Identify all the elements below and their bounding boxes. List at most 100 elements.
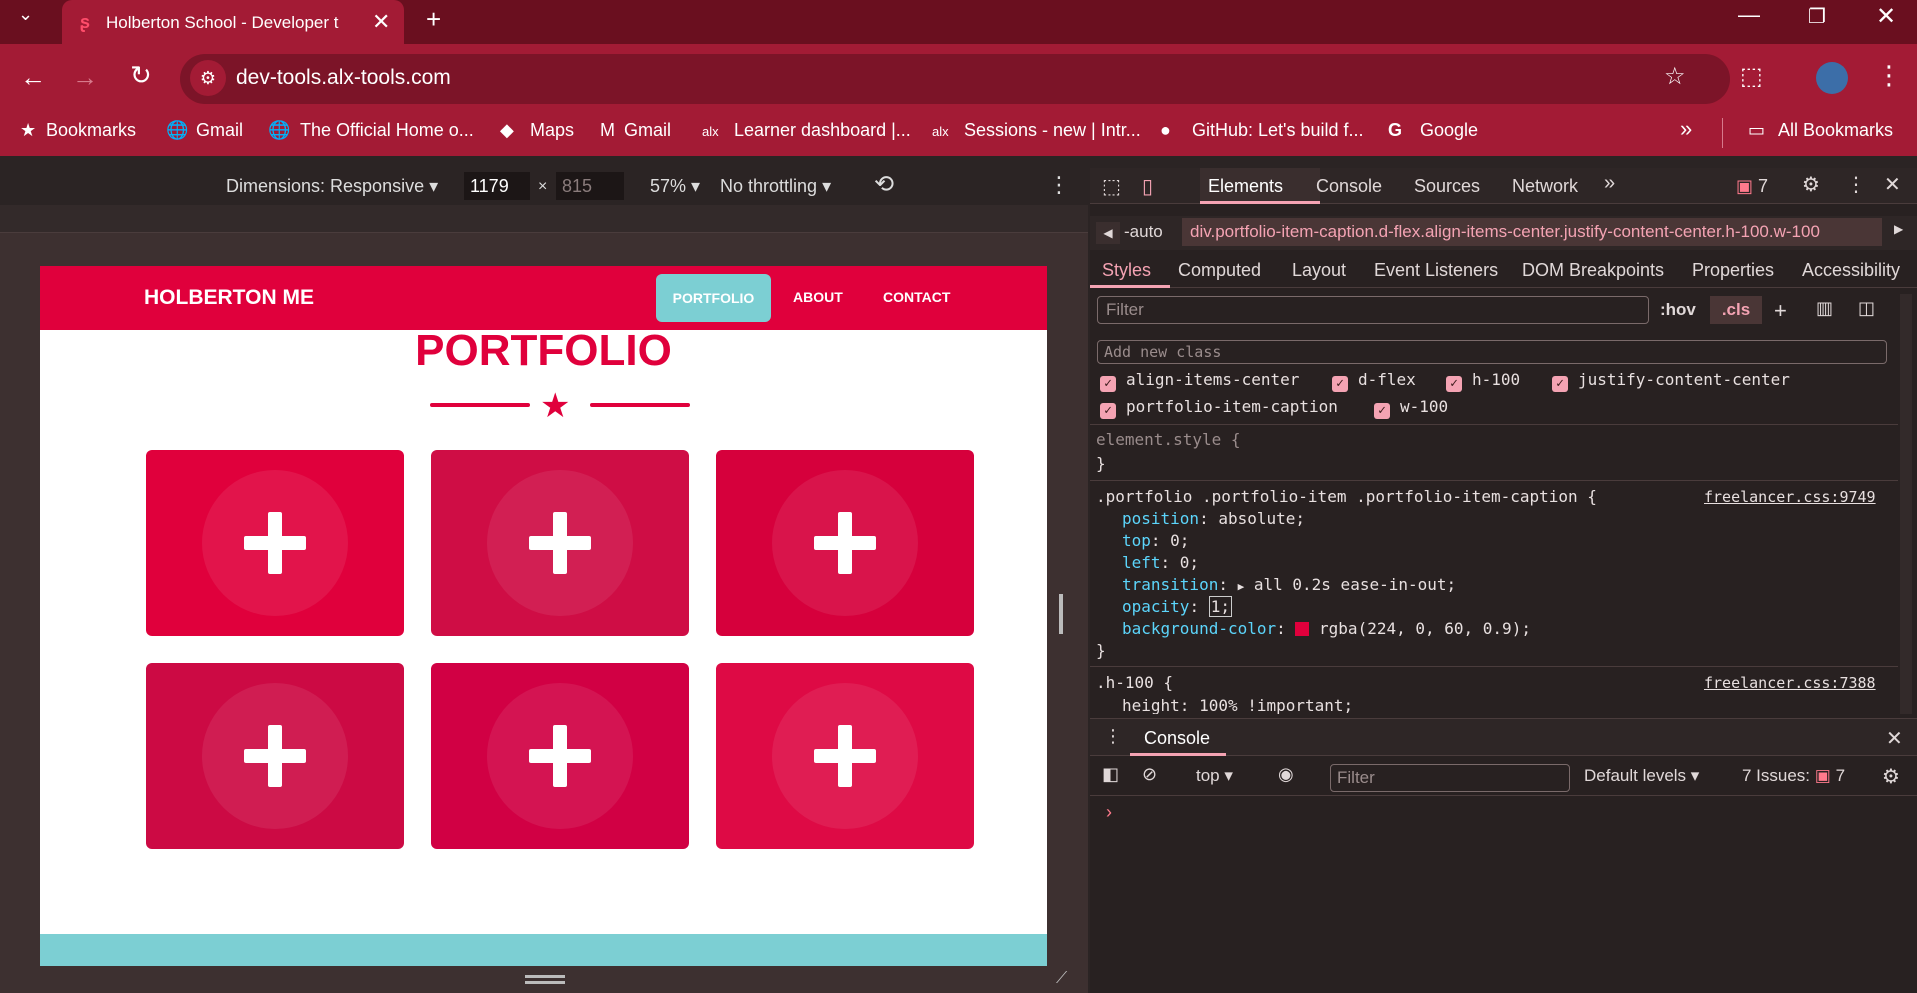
nav-contact-link[interactable]: CONTACT: [883, 289, 950, 305]
console-drawer-tab[interactable]: Console: [1144, 728, 1210, 749]
browser-tab[interactable]: ʂ Holberton School - Developer t ✕: [62, 0, 404, 44]
class-checkbox-d-flex[interactable]: ✓ d-flex: [1332, 370, 1416, 392]
bookmark-item[interactable]: Sessions - new | Intr...: [964, 120, 1141, 146]
nav-about-link[interactable]: ABOUT: [793, 289, 843, 305]
bookmark-item[interactable]: Gmail: [624, 120, 671, 146]
color-swatch[interactable]: [1295, 622, 1310, 636]
forward-icon[interactable]: →: [72, 62, 98, 93]
breadcrumb-current[interactable]: div.portfolio-item-caption.d-flex.align-…: [1182, 218, 1882, 246]
class-checkbox-portfolio-item-caption[interactable]: ✓ portfolio-item-caption: [1100, 397, 1338, 419]
tab-search-icon[interactable]: ⌄: [18, 4, 33, 25]
paint-icon[interactable]: ▥: [1816, 298, 1833, 319]
subtab-layout[interactable]: Layout: [1292, 260, 1346, 281]
css-declaration[interactable]: background-color: rgba(224, 0, 60, 0.9);: [1122, 619, 1531, 638]
styles-filter-input[interactable]: Filter: [1097, 296, 1649, 324]
styles-scrollbar[interactable]: [1900, 294, 1912, 714]
height-input[interactable]: 815: [556, 172, 624, 200]
portfolio-item-cabin[interactable]: [146, 450, 404, 636]
element-style-selector[interactable]: element.style {: [1096, 430, 1241, 449]
bottom-resize-handle[interactable]: [525, 975, 565, 978]
devtools-menu-icon[interactable]: ⋮: [1846, 172, 1866, 197]
width-input[interactable]: 1179: [464, 172, 530, 200]
bookmark-item[interactable]: Gmail: [196, 120, 243, 146]
device-menu-icon[interactable]: ⋮: [1048, 172, 1070, 198]
back-icon[interactable]: ←: [20, 62, 46, 93]
hov-toggle[interactable]: :hov: [1660, 300, 1696, 320]
live-expression-eye-icon[interactable]: ◉: [1278, 764, 1294, 785]
rule2-selector[interactable]: .h-100 {: [1096, 673, 1173, 692]
add-class-input[interactable]: Add new class: [1097, 340, 1887, 364]
new-tab-icon[interactable]: +: [426, 4, 441, 35]
console-settings-icon[interactable]: ⚙: [1882, 764, 1900, 789]
site-info-icon[interactable]: ⚙: [190, 60, 226, 96]
breadcrumb-scroll-right-icon[interactable]: ▶: [1894, 222, 1903, 236]
rule1-source-link[interactable]: freelancer.css:9749: [1704, 488, 1876, 506]
extensions-icon[interactable]: ⬚: [1740, 62, 1763, 91]
css-declaration[interactable]: position: absolute;: [1122, 509, 1305, 528]
breadcrumb-scroll-left-icon[interactable]: ◀: [1096, 222, 1120, 244]
css-declaration[interactable]: left: 0;: [1122, 553, 1199, 572]
settings-icon[interactable]: ⚙: [1802, 172, 1820, 197]
rule1-selector[interactable]: .portfolio .portfolio-item .portfolio-it…: [1096, 487, 1597, 506]
portfolio-item-game[interactable]: [146, 663, 404, 849]
tab-sources[interactable]: Sources: [1414, 176, 1480, 197]
tab-network[interactable]: Network: [1512, 176, 1578, 197]
zoom-select[interactable]: 57% ▾: [650, 176, 700, 197]
rotate-icon[interactable]: ⟲: [874, 170, 894, 199]
bookmark-item[interactable]: Maps: [530, 120, 574, 146]
css-declaration[interactable]: transition: ▶ all 0.2s ease-in-out;: [1122, 575, 1456, 594]
more-bookmarks-icon[interactable]: »: [1680, 116, 1692, 142]
portfolio-item-submarine[interactable]: [716, 663, 974, 849]
portfolio-item-safe[interactable]: [431, 663, 689, 849]
side-resize-handle[interactable]: [1059, 594, 1063, 634]
inspect-element-icon[interactable]: ⬚: [1102, 174, 1121, 199]
more-tabs-icon[interactable]: »: [1604, 172, 1615, 195]
breadcrumb-prev[interactable]: -auto: [1124, 222, 1163, 242]
bookmark-item[interactable]: Google: [1420, 120, 1478, 146]
css-declaration[interactable]: top: 0;: [1122, 531, 1189, 550]
portfolio-item-circus[interactable]: [716, 450, 974, 636]
corner-resize-icon[interactable]: ⟋: [1056, 970, 1067, 988]
tab-close-icon[interactable]: ✕: [372, 9, 394, 34]
console-filter-input[interactable]: Filter: [1330, 764, 1570, 792]
console-prompt-icon[interactable]: ›: [1106, 802, 1112, 823]
drawer-close-icon[interactable]: ✕: [1886, 726, 1903, 751]
class-checkbox-align-items-center[interactable]: ✓ align-items-center: [1100, 370, 1299, 392]
reload-icon[interactable]: ↻: [130, 60, 152, 91]
bookmark-item[interactable]: Learner dashboard |...: [734, 120, 911, 146]
css-declaration[interactable]: opacity: 1;: [1122, 596, 1232, 617]
expand-triangle-icon[interactable]: ▶: [1238, 580, 1245, 593]
menu-icon[interactable]: ⋮: [1876, 60, 1902, 91]
throttling-select[interactable]: No throttling ▾: [720, 176, 831, 197]
bookmark-item[interactable]: GitHub: Let's build f...: [1192, 120, 1364, 146]
css-declaration[interactable]: height: 100% !important;: [1122, 696, 1353, 714]
bookmark-item[interactable]: The Official Home o...: [300, 120, 474, 146]
sidebar-toggle-icon[interactable]: ◫: [1858, 298, 1875, 319]
site-brand[interactable]: HOLBERTON ME: [144, 286, 314, 310]
context-select[interactable]: top ▾: [1196, 766, 1233, 786]
portfolio-item-cake[interactable]: [431, 450, 689, 636]
dimensions-select[interactable]: Dimensions: Responsive ▾: [226, 176, 438, 197]
all-bookmarks[interactable]: All Bookmarks: [1778, 120, 1893, 146]
minimize-icon[interactable]: —: [1738, 2, 1760, 28]
subtab-event-listeners[interactable]: Event Listeners: [1374, 260, 1498, 281]
rule2-source-link[interactable]: freelancer.css:7388: [1704, 674, 1876, 692]
clear-console-icon[interactable]: ⊘: [1142, 764, 1157, 785]
class-checkbox-h-100[interactable]: ✓ h-100: [1446, 370, 1520, 392]
issues-badge-icon[interactable]: ▣ 7: [1736, 176, 1768, 197]
subtab-accessibility[interactable]: Accessibility: [1802, 260, 1900, 281]
media-query-ruler[interactable]: [0, 205, 1088, 233]
subtab-computed[interactable]: Computed: [1178, 260, 1261, 281]
bookmark-star-icon[interactable]: ☆: [1664, 62, 1686, 91]
profile-avatar[interactable]: [1816, 62, 1848, 94]
class-checkbox-justify-content-center[interactable]: ✓ justify-content-center: [1552, 370, 1790, 392]
subtab-styles[interactable]: Styles: [1102, 260, 1151, 281]
subtab-dom-breakpoints[interactable]: DOM Breakpoints: [1522, 260, 1664, 281]
drawer-menu-icon[interactable]: ⋮: [1104, 726, 1122, 747]
cls-toggle[interactable]: .cls: [1710, 296, 1762, 324]
class-checkbox-w-100[interactable]: ✓ w-100: [1374, 397, 1448, 419]
bookmark-item[interactable]: Bookmarks: [46, 120, 136, 146]
new-rule-icon[interactable]: +: [1774, 298, 1787, 324]
window-close-icon[interactable]: ✕: [1876, 2, 1896, 31]
default-levels-select[interactable]: Default levels ▾: [1584, 766, 1699, 786]
